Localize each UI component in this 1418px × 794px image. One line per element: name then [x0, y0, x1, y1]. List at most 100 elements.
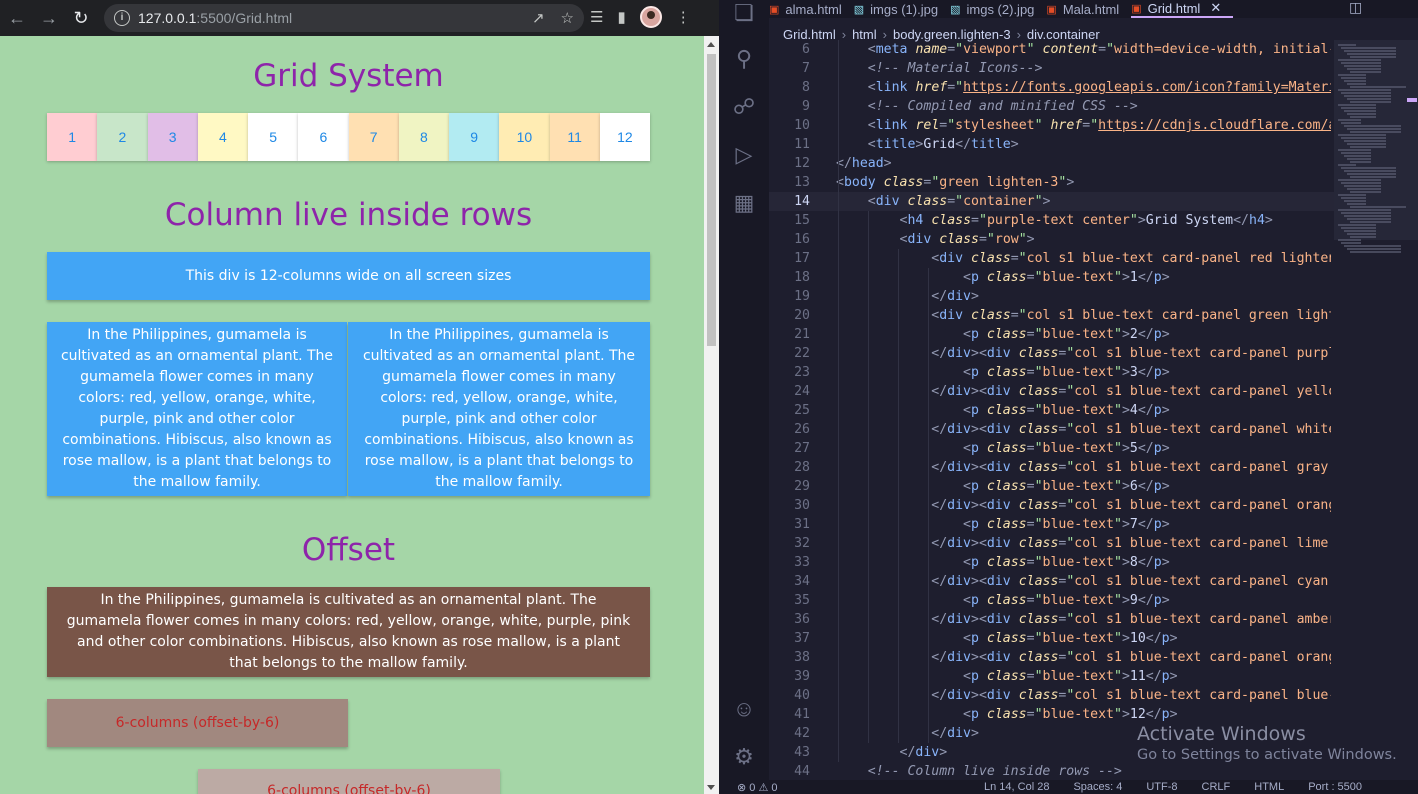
- code-line[interactable]: 11 <title>Grid</title>: [769, 135, 1334, 154]
- code-line[interactable]: 27 <p class="blue-text">5</p>: [769, 439, 1334, 458]
- grid-cell: 10: [499, 113, 550, 161]
- scroll-thumb[interactable]: [707, 54, 716, 346]
- code-line[interactable]: 29 <p class="blue-text">6</p>: [769, 477, 1334, 496]
- code-text: <p class="blue-text">6</p>: [963, 479, 1170, 494]
- browser-toolbar: ← → ↻ i 127.0.0.1:5500/Grid.html ↗ ☆ ☰ ▮…: [0, 0, 719, 36]
- tab-mala-html[interactable]: ▣ Mala.html: [1046, 0, 1131, 18]
- code-line[interactable]: 6 <meta name="viewport" content="width=d…: [769, 40, 1334, 59]
- minimap[interactable]: [1334, 40, 1418, 280]
- code-line[interactable]: 9 <!-- Compiled and minified CSS -->: [769, 97, 1334, 116]
- grid-cell: 12: [599, 113, 650, 161]
- code-line[interactable]: 16 <div class="row">: [769, 230, 1334, 249]
- code-line[interactable]: 20 <div class="col s1 blue-text card-pan…: [769, 306, 1334, 325]
- split-editor-icon[interactable]: ◫: [1349, 0, 1362, 16]
- html-icon: ▣: [1131, 2, 1142, 15]
- share-icon[interactable]: ↗: [532, 9, 545, 27]
- line-number: 11: [794, 137, 810, 152]
- code-text: <p class="blue-text">2</p>: [963, 327, 1170, 342]
- code-line[interactable]: 34 </div><div class="col s1 blue-text ca…: [769, 572, 1334, 591]
- site-info-icon[interactable]: i: [114, 10, 130, 26]
- reload-icon[interactable]: ↻: [66, 3, 96, 33]
- menu-kebab-icon[interactable]: ⋮: [676, 8, 691, 26]
- code-line[interactable]: 14 <div class="container">: [769, 192, 1334, 211]
- source-control-icon[interactable]: ☍: [731, 94, 757, 120]
- code-line[interactable]: 35 <p class="blue-text">9</p>: [769, 591, 1334, 610]
- code-line[interactable]: 39 <p class="blue-text">11</p>: [769, 667, 1334, 686]
- page-scrollbar[interactable]: [704, 36, 719, 794]
- encoding[interactable]: UTF-8: [1146, 781, 1177, 793]
- indent-guide: [838, 40, 839, 762]
- code-line[interactable]: 36 </div><div class="col s1 blue-text ca…: [769, 610, 1334, 629]
- code-line[interactable]: 10 <link rel="stylesheet" href="https://…: [769, 116, 1334, 135]
- minimap-line: [1341, 47, 1396, 49]
- code-text: <h4 class="purple-text center">Grid Syst…: [899, 213, 1273, 228]
- code-line[interactable]: 7 <!-- Material Icons-->: [769, 59, 1334, 78]
- code-line[interactable]: 19 </div>: [769, 287, 1334, 306]
- live-server-port[interactable]: Port : 5500: [1308, 781, 1362, 793]
- code-line[interactable]: 44 <!-- Column live inside rows -->: [769, 762, 1334, 781]
- code-line[interactable]: 32 </div><div class="col s1 blue-text ca…: [769, 534, 1334, 553]
- code-line[interactable]: 30 </div><div class="col s1 blue-text ca…: [769, 496, 1334, 515]
- html-icon: ▣: [769, 3, 780, 16]
- minimap-line: [1341, 92, 1391, 94]
- settings-gear-icon[interactable]: ⚙: [731, 744, 757, 770]
- account-icon[interactable]: ☺: [731, 696, 757, 722]
- code-line[interactable]: 17 <div class="col s1 blue-text card-pan…: [769, 249, 1334, 268]
- code-line[interactable]: 12 </head>: [769, 154, 1334, 173]
- code-line[interactable]: 24 </div><div class="col s1 blue-text ca…: [769, 382, 1334, 401]
- line-ending[interactable]: CRLF: [1202, 781, 1231, 793]
- url-text: 127.0.0.1:5500/Grid.html: [138, 10, 292, 26]
- close-tab-icon[interactable]: ✕: [1210, 0, 1221, 16]
- tab-imgs-2-jpg[interactable]: ▧ imgs (2).jpg: [950, 0, 1046, 18]
- code-line[interactable]: 8 <link href="https://fonts.googleapis.c…: [769, 78, 1334, 97]
- search-icon[interactable]: ⚲: [731, 46, 757, 72]
- side-panel-icon[interactable]: ▮: [617, 8, 625, 26]
- profile-avatar[interactable]: [639, 6, 662, 28]
- tab-grid-html[interactable]: ▣ Grid.html ✕: [1131, 0, 1234, 18]
- address-bar[interactable]: i 127.0.0.1:5500/Grid.html ↗ ☆: [104, 4, 584, 32]
- scroll-down-arrow-icon[interactable]: [707, 785, 715, 790]
- line-number: 20: [794, 308, 810, 323]
- minimap-line: [1338, 74, 1366, 76]
- minimap-line: [1341, 197, 1366, 199]
- line-number: 14: [794, 194, 810, 209]
- url-host: 127.0.0.1: [138, 10, 197, 26]
- code-line[interactable]: 13 <body class="green lighten-3">: [769, 173, 1334, 192]
- forward-arrow-icon[interactable]: →: [34, 3, 64, 33]
- code-line[interactable]: 38 </div><div class="col s1 blue-text ca…: [769, 648, 1334, 667]
- run-debug-icon[interactable]: ▷: [731, 142, 757, 168]
- activation-watermark: Activate Windows Go to Settings to activ…: [1137, 723, 1397, 763]
- code-line[interactable]: 31 <p class="blue-text">7</p>: [769, 515, 1334, 534]
- scroll-up-arrow-icon[interactable]: [707, 42, 715, 47]
- code-line[interactable]: 22 </div><div class="col s1 blue-text ca…: [769, 344, 1334, 363]
- code-line[interactable]: 37 <p class="blue-text">10</p>: [769, 629, 1334, 648]
- tab-imgs-1-jpg[interactable]: ▧ imgs (1).jpg: [854, 0, 950, 18]
- back-arrow-icon[interactable]: ←: [2, 3, 32, 33]
- indentation[interactable]: Spaces: 4: [1073, 781, 1122, 793]
- code-line[interactable]: 23 <p class="blue-text">3</p>: [769, 363, 1334, 382]
- code-line[interactable]: 26 </div><div class="col s1 blue-text ca…: [769, 420, 1334, 439]
- code-line[interactable]: 40 </div><div class="col s1 blue-text ca…: [769, 686, 1334, 705]
- line-number: 23: [794, 365, 810, 380]
- code-text: <link rel="stylesheet" href="https://cdn…: [867, 118, 1331, 133]
- cursor-position[interactable]: Ln 14, Col 28: [984, 781, 1049, 793]
- minimap-line: [1350, 131, 1401, 133]
- problems-count[interactable]: ⊗ 0 ⚠ 0: [737, 781, 777, 794]
- code-line[interactable]: 25 <p class="blue-text">4</p>: [769, 401, 1334, 420]
- bookmark-star-icon[interactable]: ☆: [561, 9, 574, 27]
- extensions-icon[interactable]: ▦: [731, 190, 757, 216]
- code-line[interactable]: 18 <p class="blue-text">1</p>: [769, 268, 1334, 287]
- code-line[interactable]: 28 </div><div class="col s1 blue-text ca…: [769, 458, 1334, 477]
- code-line[interactable]: 33 <p class="blue-text">8</p>: [769, 553, 1334, 572]
- code-line[interactable]: 15 <h4 class="purple-text center">Grid S…: [769, 211, 1334, 230]
- code-editor[interactable]: 6 <meta name="viewport" content="width=d…: [769, 40, 1334, 780]
- code-line[interactable]: 41 <p class="blue-text">12</p>: [769, 705, 1334, 724]
- grid-cell: 8: [398, 113, 449, 161]
- editor-scrollbar[interactable]: [1405, 40, 1418, 780]
- explorer-files-icon[interactable]: ❏: [731, 0, 757, 26]
- language-mode[interactable]: HTML: [1254, 781, 1284, 793]
- tab-alma-html[interactable]: ▣ alma.html: [769, 0, 854, 18]
- media-queue-icon[interactable]: ☰: [590, 8, 603, 26]
- code-line[interactable]: 21 <p class="blue-text">2</p>: [769, 325, 1334, 344]
- line-number: 40: [794, 688, 810, 703]
